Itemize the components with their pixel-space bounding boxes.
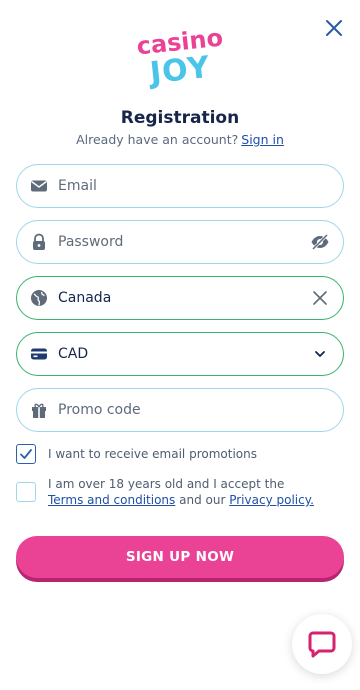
terms-link[interactable]: Terms and conditions [48, 493, 175, 507]
signup-button[interactable]: SIGN UP NOW [16, 536, 344, 578]
checkmark-icon [20, 449, 32, 459]
lock-icon [30, 233, 48, 251]
terms-label: I am over 18 years old and I accept the … [48, 476, 314, 508]
currency-select[interactable]: CAD [16, 332, 344, 376]
email-field[interactable]: Email [16, 164, 344, 208]
wallet-icon [30, 345, 48, 363]
signin-link[interactable]: Sign in [241, 132, 284, 147]
email-promotions-checkbox[interactable] [16, 444, 36, 464]
chevron-down-icon[interactable] [309, 343, 331, 365]
globe-icon [30, 289, 48, 307]
clear-country-button[interactable] [309, 287, 331, 309]
password-placeholder: Password [58, 234, 124, 250]
email-promotions-label: I want to receive email promotions [48, 447, 257, 461]
terms-row: I am over 18 years old and I accept the … [16, 477, 314, 508]
logo-joy-text: JOY [146, 50, 212, 90]
close-icon [313, 291, 327, 305]
gift-icon [30, 401, 48, 419]
email-placeholder: Email [58, 178, 97, 194]
envelope-icon [30, 177, 48, 195]
privacy-link[interactable]: Privacy policy. [229, 493, 314, 507]
currency-value: CAD [58, 346, 89, 362]
live-chat-button[interactable] [292, 614, 352, 674]
terms-label-text: I am over 18 years old and I accept the [48, 477, 285, 491]
page-title: Registration [120, 108, 240, 128]
promo-code-field[interactable]: Promo code [16, 388, 344, 432]
casino-joy-logo: casino JOY [0, 24, 360, 90]
signin-prompt-text: Already have an account? [76, 132, 239, 147]
terms-label-and: and our [179, 493, 226, 507]
country-value: Canada [58, 290, 112, 306]
promo-placeholder: Promo code [58, 402, 141, 418]
email-promotions-row: I want to receive email promotions [16, 444, 257, 464]
chat-bubble-icon [308, 631, 336, 658]
signin-prompt: Already have an account? Sign in [0, 132, 360, 147]
eye-slash-icon[interactable] [309, 231, 331, 253]
country-field[interactable]: Canada [16, 276, 344, 320]
terms-checkbox[interactable] [16, 482, 36, 502]
password-field[interactable]: Password [16, 220, 344, 264]
